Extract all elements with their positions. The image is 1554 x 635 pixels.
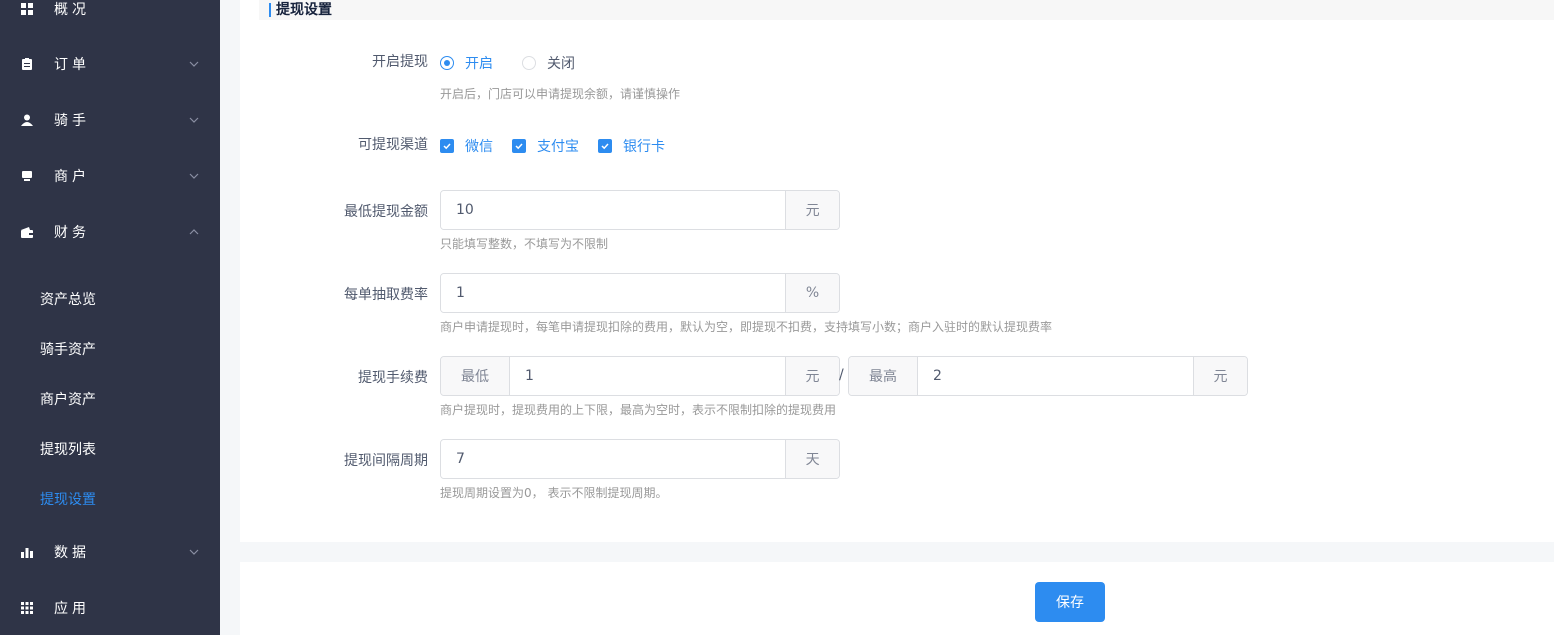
sidebar-item-riders[interactable]: 骑手 [0,100,220,140]
checkbox-alipay[interactable]: 支付宝 [512,136,579,156]
fee-min-unit: 元 [785,357,839,395]
sidebar-item-label: 概况 [54,2,90,18]
sidebar-subitem-label: 资产总览 [40,292,96,308]
fee-range-separator: / [839,367,844,383]
channels-label: 可提现渠道 [358,137,428,153]
fee-min-group: 最低 元 [440,356,840,396]
fee-rate-input[interactable] [441,274,786,312]
radio-dot [440,56,454,70]
enable-withdraw-hint: 开启后，门店可以申请提现余额，请谨慎操作 [440,87,681,101]
fee-max-input[interactable] [918,357,1193,395]
fee-rate-label: 每单抽取费率 [344,287,428,303]
interval-unit: 天 [785,440,839,478]
sidebar-item-overview[interactable]: 概况 [0,0,220,29]
settings-card [240,0,1554,542]
fee-max-prefix: 最高 [849,357,918,395]
fee-min-input[interactable] [510,357,785,395]
checkbox-wechat[interactable]: 微信 [440,136,493,156]
sidebar-subitem-rider-assets[interactable]: 骑手资产 [0,331,220,367]
section-header: 提现设置 [259,0,1554,20]
section-title: 提现设置 [276,2,332,18]
interval-hint: 提现周期设置为0， 表示不限制提现周期。 [440,486,668,500]
fee-rate-group: % [440,273,840,313]
interval-label: 提现间隔周期 [344,453,428,469]
sidebar: 概况 订单 骑手 商户 财务 资产总览 骑手资产 商户资产 提现列表 提现设置 … [0,0,220,635]
wallet-icon [21,226,33,238]
sidebar-item-label: 应用 [54,601,90,617]
fee-rate-hint: 商户申请提现时，每笔申请提现扣除的费用，默认为空，即提现不扣费，支持填写小数；商… [440,320,1053,334]
radio-label: 开启 [465,56,493,72]
check-icon [598,139,612,153]
sidebar-subitem-label: 商户资产 [40,392,96,408]
min-amount-group: 元 [440,190,840,230]
sidebar-item-label: 骑手 [54,113,90,129]
fee-min-prefix: 最低 [441,357,510,395]
sidebar-subitem-withdraw-list[interactable]: 提现列表 [0,431,220,467]
interval-input[interactable] [441,440,786,478]
radio-dot [522,56,536,70]
clipboard-icon [21,58,33,70]
sidebar-item-label: 财务 [54,225,90,241]
chevron-down-icon [188,114,200,126]
sidebar-item-label: 数据 [54,545,90,561]
min-amount-label: 最低提现金额 [344,204,428,220]
checkbox-label: 银行卡 [623,139,665,155]
sidebar-item-finance[interactable]: 财务 [0,212,220,252]
sidebar-item-label: 商户 [54,169,90,185]
radio-label: 关闭 [547,56,575,72]
min-amount-unit: 元 [785,191,839,229]
chevron-down-icon [188,58,200,70]
section-accent-bar [269,3,271,17]
sidebar-item-merchants[interactable]: 商户 [0,156,220,196]
checkbox-bankcard[interactable]: 银行卡 [598,136,665,156]
fee-max-unit: 元 [1193,357,1247,395]
footer-bar [240,562,1554,635]
check-icon [440,139,454,153]
sidebar-subitem-asset-overview[interactable]: 资产总览 [0,281,220,317]
radio-enable-on[interactable]: 开启 [440,53,493,73]
sidebar-subitem-withdraw-settings[interactable]: 提现设置 [0,481,220,517]
sidebar-subitem-label: 骑手资产 [40,342,96,358]
shop-icon [21,170,33,182]
fee-rate-unit: % [785,274,839,312]
chevron-down-icon [188,546,200,558]
min-amount-input[interactable] [441,191,786,229]
sidebar-subitem-merchant-assets[interactable]: 商户资产 [0,381,220,417]
fee-max-group: 最高 元 [848,356,1248,396]
sidebar-subitem-label: 提现列表 [40,442,96,458]
sidebar-subitem-label: 提现设置 [40,492,96,508]
fee-range-label: 提现手续费 [358,370,428,386]
interval-group: 天 [440,439,840,479]
min-amount-hint: 只能填写整数，不填写为不限制 [440,237,609,251]
save-button[interactable]: 保存 [1035,582,1105,622]
bar-chart-icon [21,546,33,558]
chevron-up-icon [188,226,200,238]
checkbox-label: 支付宝 [537,139,579,155]
fee-range-hint: 商户提现时，提现费用的上下限，最高为空时，表示不限制扣除的提现费用 [440,403,837,417]
radio-enable-off[interactable]: 关闭 [522,53,575,73]
chevron-down-icon [188,170,200,182]
enable-withdraw-label: 开启提现 [372,54,428,70]
apps-icon [21,602,33,614]
checkbox-label: 微信 [465,139,493,155]
check-icon [512,139,526,153]
sidebar-item-apps[interactable]: 应用 [0,588,220,628]
user-icon [21,114,33,126]
sidebar-item-label: 订单 [54,57,90,73]
grid-icon [21,3,33,15]
sidebar-item-data[interactable]: 数据 [0,532,220,572]
sidebar-item-orders[interactable]: 订单 [0,44,220,84]
